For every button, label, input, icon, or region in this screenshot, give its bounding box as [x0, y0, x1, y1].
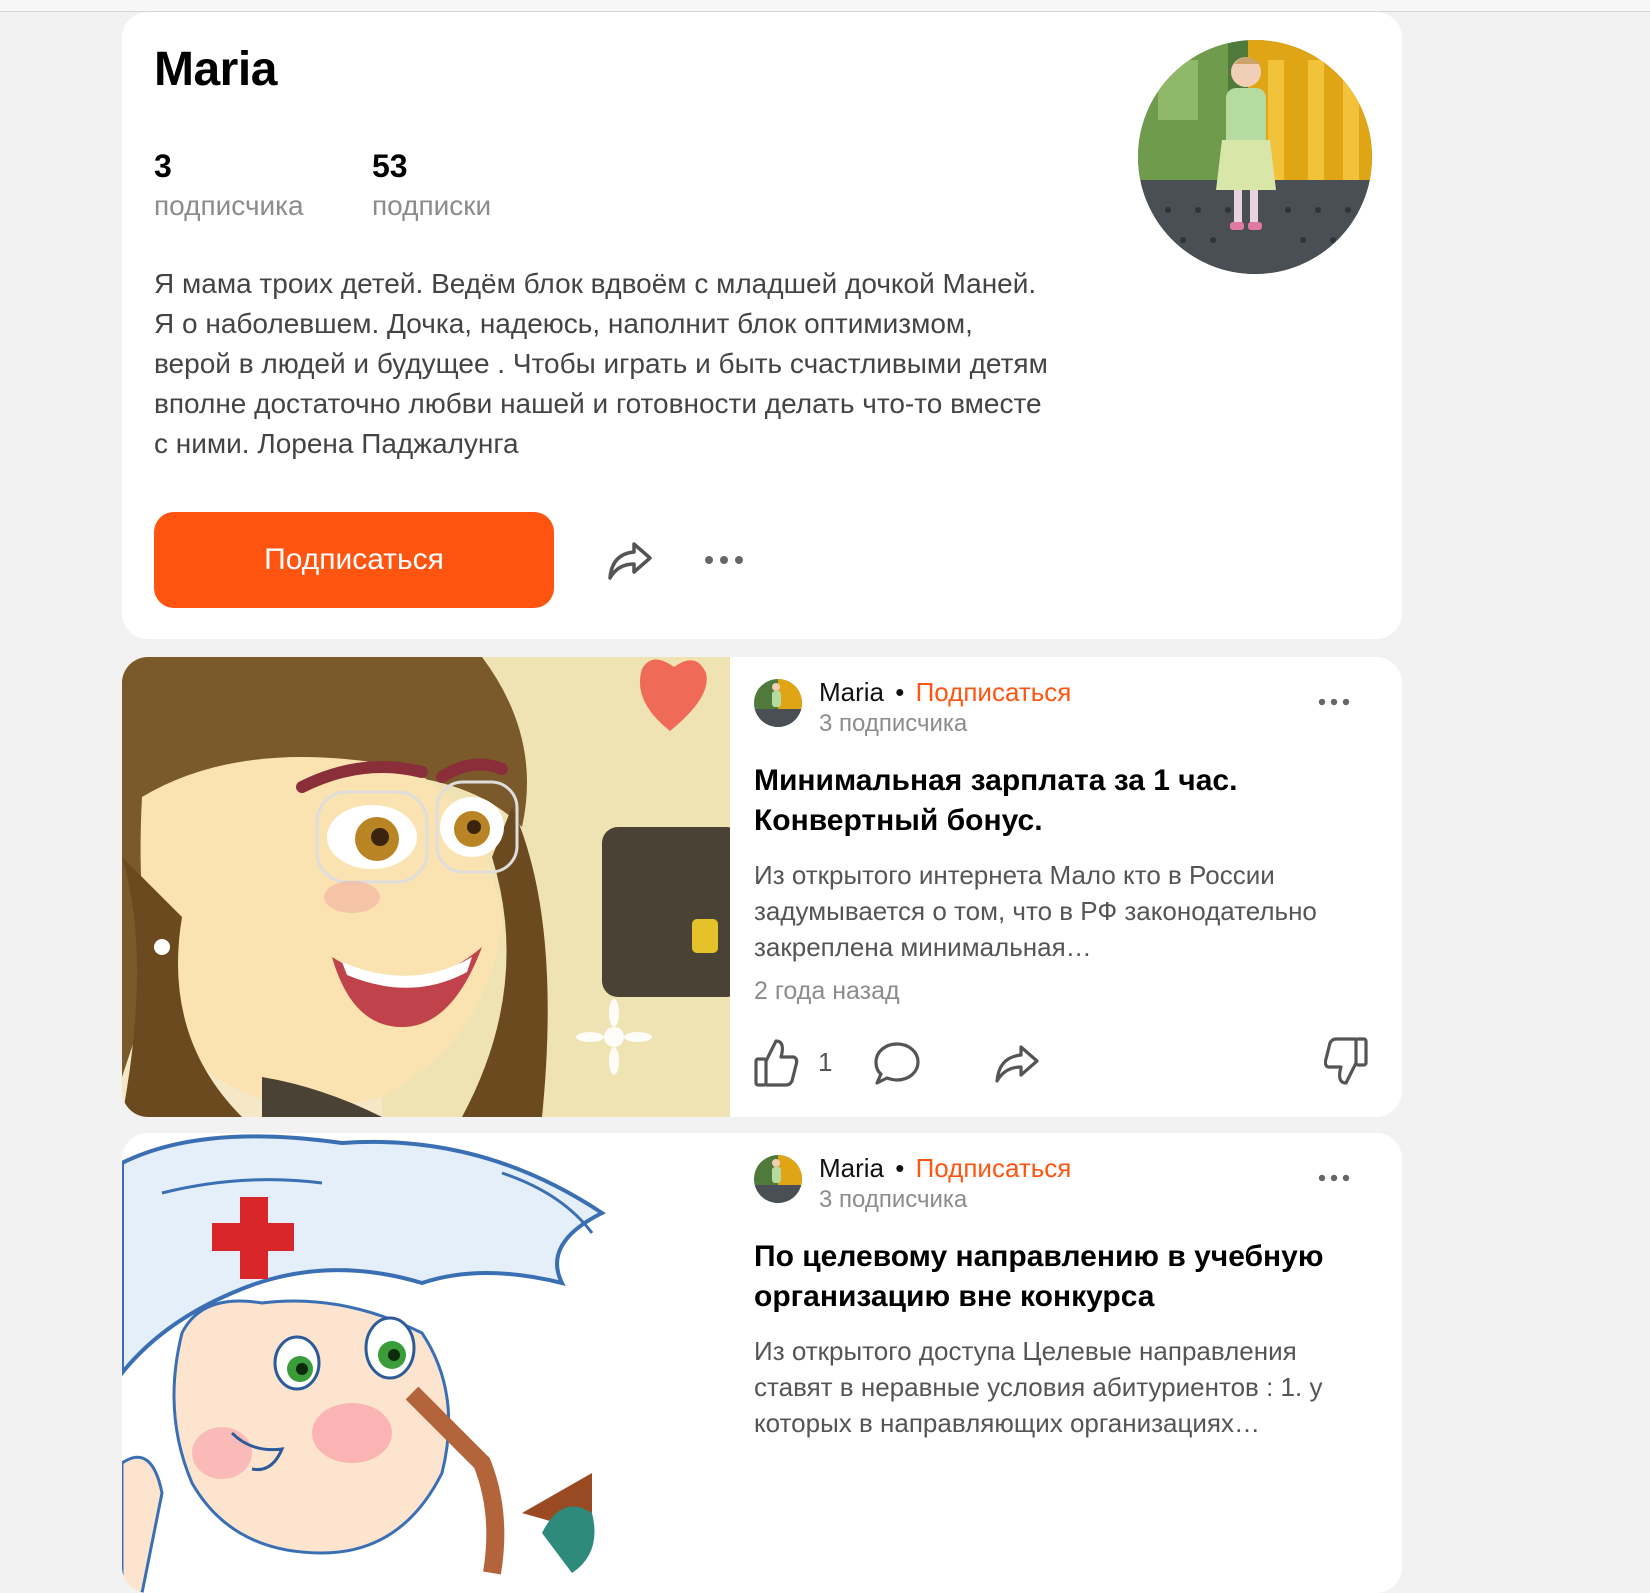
author-followers: 3 подписчика [819, 1186, 968, 1213]
author-subscribe-link[interactable]: Подписаться [916, 1153, 1072, 1183]
article-date: 2 года назад [754, 977, 900, 1005]
more-options-icon[interactable] [696, 532, 752, 588]
followers-stat[interactable]: 3 подписчика [154, 146, 304, 226]
following-stat[interactable]: 53 подписки [372, 146, 491, 226]
article-cover-image[interactable] [122, 657, 730, 1117]
article-card[interactable]: Maria • Подписаться 3 подписчика Минимал… [122, 657, 1402, 1117]
repost-icon[interactable] [990, 1037, 1044, 1089]
article-cover-image[interactable] [122, 1133, 730, 1593]
dislike-icon[interactable] [1322, 1035, 1370, 1089]
comment-icon[interactable] [870, 1037, 924, 1089]
author-avatar[interactable] [754, 679, 802, 727]
article-excerpt[interactable]: Из открытого интернета Мало кто в России… [754, 857, 1364, 965]
article-excerpt[interactable]: Из открытого доступа Целевые направления… [754, 1333, 1364, 1441]
profile-bio: Я мама троих детей. Ведём блок вдвоём с … [154, 268, 1048, 459]
following-count: 53 [372, 148, 408, 184]
separator-dot: • [895, 677, 905, 707]
article-card[interactable]: Maria • Подписаться 3 подписчика По целе… [122, 1133, 1402, 1593]
card-more-icon[interactable] [1312, 1163, 1356, 1193]
author-line: Maria • Подписаться [819, 675, 1071, 709]
profile-card: Maria 3 подписчика 53 подписки Я мама тр… [122, 12, 1402, 639]
article-title[interactable]: Минимальная зарплата за 1 час. Конвертны… [754, 761, 1374, 841]
browser-top-edge [0, 0, 1650, 12]
author-subscribe-link[interactable]: Подписаться [916, 677, 1072, 707]
like-count: 1 [818, 1047, 833, 1077]
followers-count: 3 [154, 148, 172, 184]
followers-label: подписчика [154, 190, 304, 221]
author-avatar[interactable] [754, 1155, 802, 1203]
author-followers: 3 подписчика [819, 710, 968, 737]
like-icon[interactable] [752, 1035, 802, 1089]
article-title[interactable]: По целевому направлению в учебную органи… [754, 1237, 1374, 1317]
author-line: Maria • Подписаться [819, 1151, 1071, 1185]
profile-avatar [1138, 40, 1372, 274]
profile-name: Maria [154, 43, 277, 96]
following-label: подписки [372, 190, 492, 221]
author-name[interactable]: Maria [819, 677, 884, 707]
subscribe-button[interactable]: Подписаться [154, 512, 554, 608]
share-icon[interactable] [602, 532, 658, 588]
author-name[interactable]: Maria [819, 1153, 884, 1183]
card-more-icon[interactable] [1312, 687, 1356, 717]
separator-dot: • [895, 1153, 905, 1183]
